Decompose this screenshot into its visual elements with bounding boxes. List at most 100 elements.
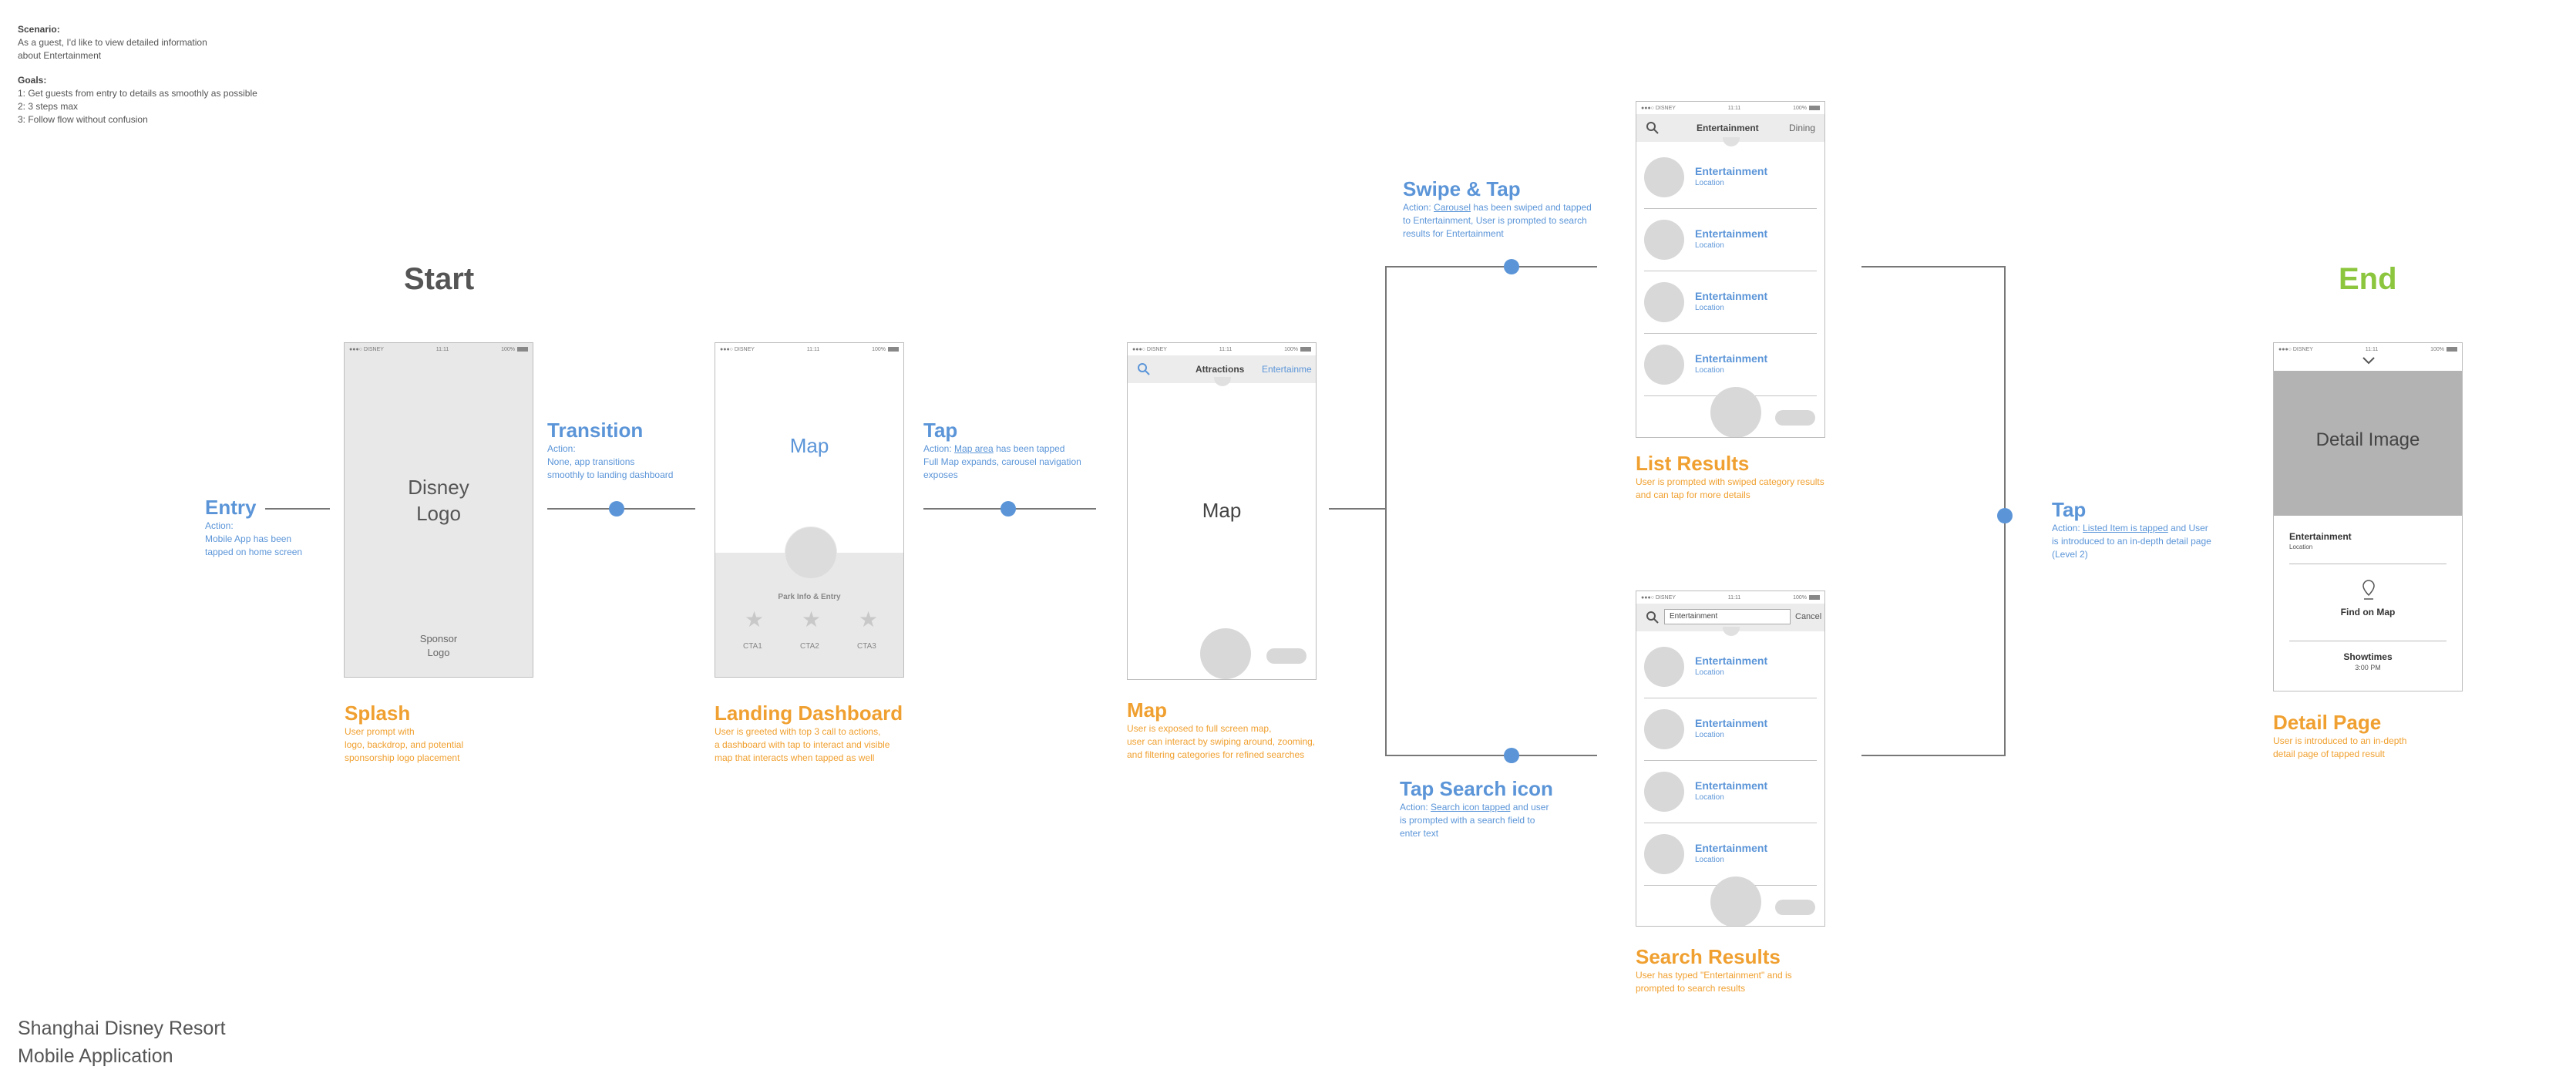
status-bar: ●●●○ DISNEY 11:11 100% [715,343,903,355]
item-title: Entertainment [1695,227,1768,240]
step-desc: None, app transitions [547,456,635,467]
connector-line [1329,508,1386,510]
profile-circle[interactable] [785,527,837,579]
full-map[interactable]: Map [1128,499,1316,523]
goal-item: 1: Get guests from entry to details as s… [18,88,257,99]
battery-icon [1809,594,1820,600]
splash-screen: ●●●○ DISNEY 11:11 100% Disney Logo Sponsor L… [344,342,533,678]
step-title: Tap Search icon [1400,777,1553,800]
filter-pill[interactable] [1775,900,1815,915]
goals-label: Goals: [18,75,47,86]
step-title: Tap [923,419,958,442]
item-title: Entertainment [1695,290,1768,302]
filter-pill[interactable] [1775,410,1815,426]
connector-line [1861,755,2005,756]
tab-dining[interactable]: Dining [1789,123,1815,133]
search-input[interactable]: Entertainment [1664,609,1791,624]
step-action: Action: Map area has been tapped [923,443,1065,454]
step-dot [1504,748,1519,763]
map-area[interactable]: Map [715,434,903,458]
item-title: Entertainment [1695,165,1768,177]
item-location: Location [1695,241,1724,250]
thumbnail [1644,709,1684,749]
carousel-indicator [1723,137,1740,146]
item-location: Location [1695,366,1724,375]
star-icon: ★ [745,607,765,631]
detail-caption: Detail Page User is introduced to an in-… [2273,711,2407,759]
list-results-screen: ●●●○ DISNEY 11:11 100% Entertainment Dinin… [1636,101,1825,438]
filter-pill[interactable] [1266,648,1306,664]
star-icon: ★ [802,607,822,631]
search-results-screen: ●●●○ DISNEY 11:11 100% Entertainment Cance… [1636,591,1825,927]
map-screen: ●●●○ DISNEY 11:11 100% Attractions Enterta… [1127,342,1317,680]
step-action: Action: [205,520,234,531]
item-title: Entertainment [1695,352,1768,365]
search-caption: Search Results User has typed "Entertain… [1636,945,1792,994]
list-item[interactable]: Entertainment Location [1636,271,1824,334]
status-bar: ●●●○ DISNEY 11:11 100% [1636,102,1824,114]
step-desc: tapped on home screen [205,547,303,557]
caption-title: Search Results [1636,945,1781,968]
list-item[interactable]: Entertainment Location [1636,636,1824,698]
action-link: Search icon tapped [1431,802,1511,813]
step-tap-detail: Tap Action: Listed Item is tapped and Us… [2052,498,2211,561]
carousel-indicator [1723,627,1740,636]
thumbnail [1644,772,1684,812]
start-label: Start [404,262,475,296]
star-icon: ★ [859,607,879,631]
item-location: Location [1695,793,1724,802]
caption-title: Landing Dashboard [715,702,903,725]
list-item[interactable]: Entertainment Location [1636,698,1824,761]
step-action: Action: [547,443,576,454]
connector-line [1385,266,1597,268]
cancel-button[interactable]: Cancel [1795,612,1821,621]
location-button[interactable] [1710,877,1761,926]
location-button[interactable] [1200,628,1251,679]
connector-line [1385,755,1597,756]
detail-title: Entertainment [2289,531,2352,542]
thumbnail [1644,282,1684,322]
map-caption: Map User is exposed to full screen map, … [1127,698,1316,760]
step-desc: (Level 2) [2052,549,2088,560]
list-item[interactable]: Entertainment Location [1636,209,1824,271]
list-item[interactable]: Entertainment Location [1636,146,1824,209]
step-title: Transition [547,419,644,442]
step-desc: to Entertainment, User is prompted to se… [1403,215,1587,226]
item-location: Location [1695,304,1724,312]
cta1-button[interactable]: CTA1 [743,642,762,651]
battery-icon [888,346,899,352]
step-desc: is introduced to an in-depth detail page [2052,536,2211,547]
step-desc: results for Entertainment [1403,228,1504,239]
item-title: Entertainment [1695,842,1768,854]
cta2-button[interactable]: CTA2 [800,642,819,651]
tab-attractions[interactable]: Attractions [1196,364,1244,375]
find-on-map-button[interactable]: Find on Map [2274,607,2462,617]
location-button[interactable] [1710,387,1761,437]
list-item[interactable]: Entertainment Location [1636,761,1824,823]
thumbnail [1644,647,1684,687]
tab-entertainment[interactable]: Entertainment [1697,123,1759,133]
map-pin-icon [2362,580,2375,600]
splash-caption: Splash User prompt with logo, backdrop, … [345,702,464,763]
search-icon[interactable] [1137,362,1151,376]
step-title: Swipe & Tap [1403,177,1521,200]
showtime-value: 3:00 PM [2355,664,2381,671]
battery-icon [1809,105,1820,110]
scenario-label: Scenario: [18,24,60,35]
step-transition: Transition Action: None, app transitions… [547,419,673,482]
item-title: Entertainment [1695,717,1768,729]
chevron-down-icon[interactable] [2362,356,2376,365]
tab-entertainment[interactable]: Entertainme [1262,364,1312,375]
cta3-button[interactable]: CTA3 [857,642,876,651]
detail-image-label: Detail Image [2315,429,2420,450]
scenario-text: As a guest, I'd like to view detailed in… [18,37,207,48]
thumbnail [1644,157,1684,197]
step-tap-search: Tap Search icon Action: Search icon tapp… [1400,777,1553,840]
landing-caption: Landing Dashboard User is greeted with t… [715,702,903,763]
step-dot [1000,501,1016,516]
list-caption: List Results User is prompted with swipe… [1636,452,1824,500]
item-location: Location [1695,179,1724,187]
battery-icon [1300,346,1311,352]
search-icon[interactable] [1646,121,1660,135]
end-label: End [2339,262,2397,296]
